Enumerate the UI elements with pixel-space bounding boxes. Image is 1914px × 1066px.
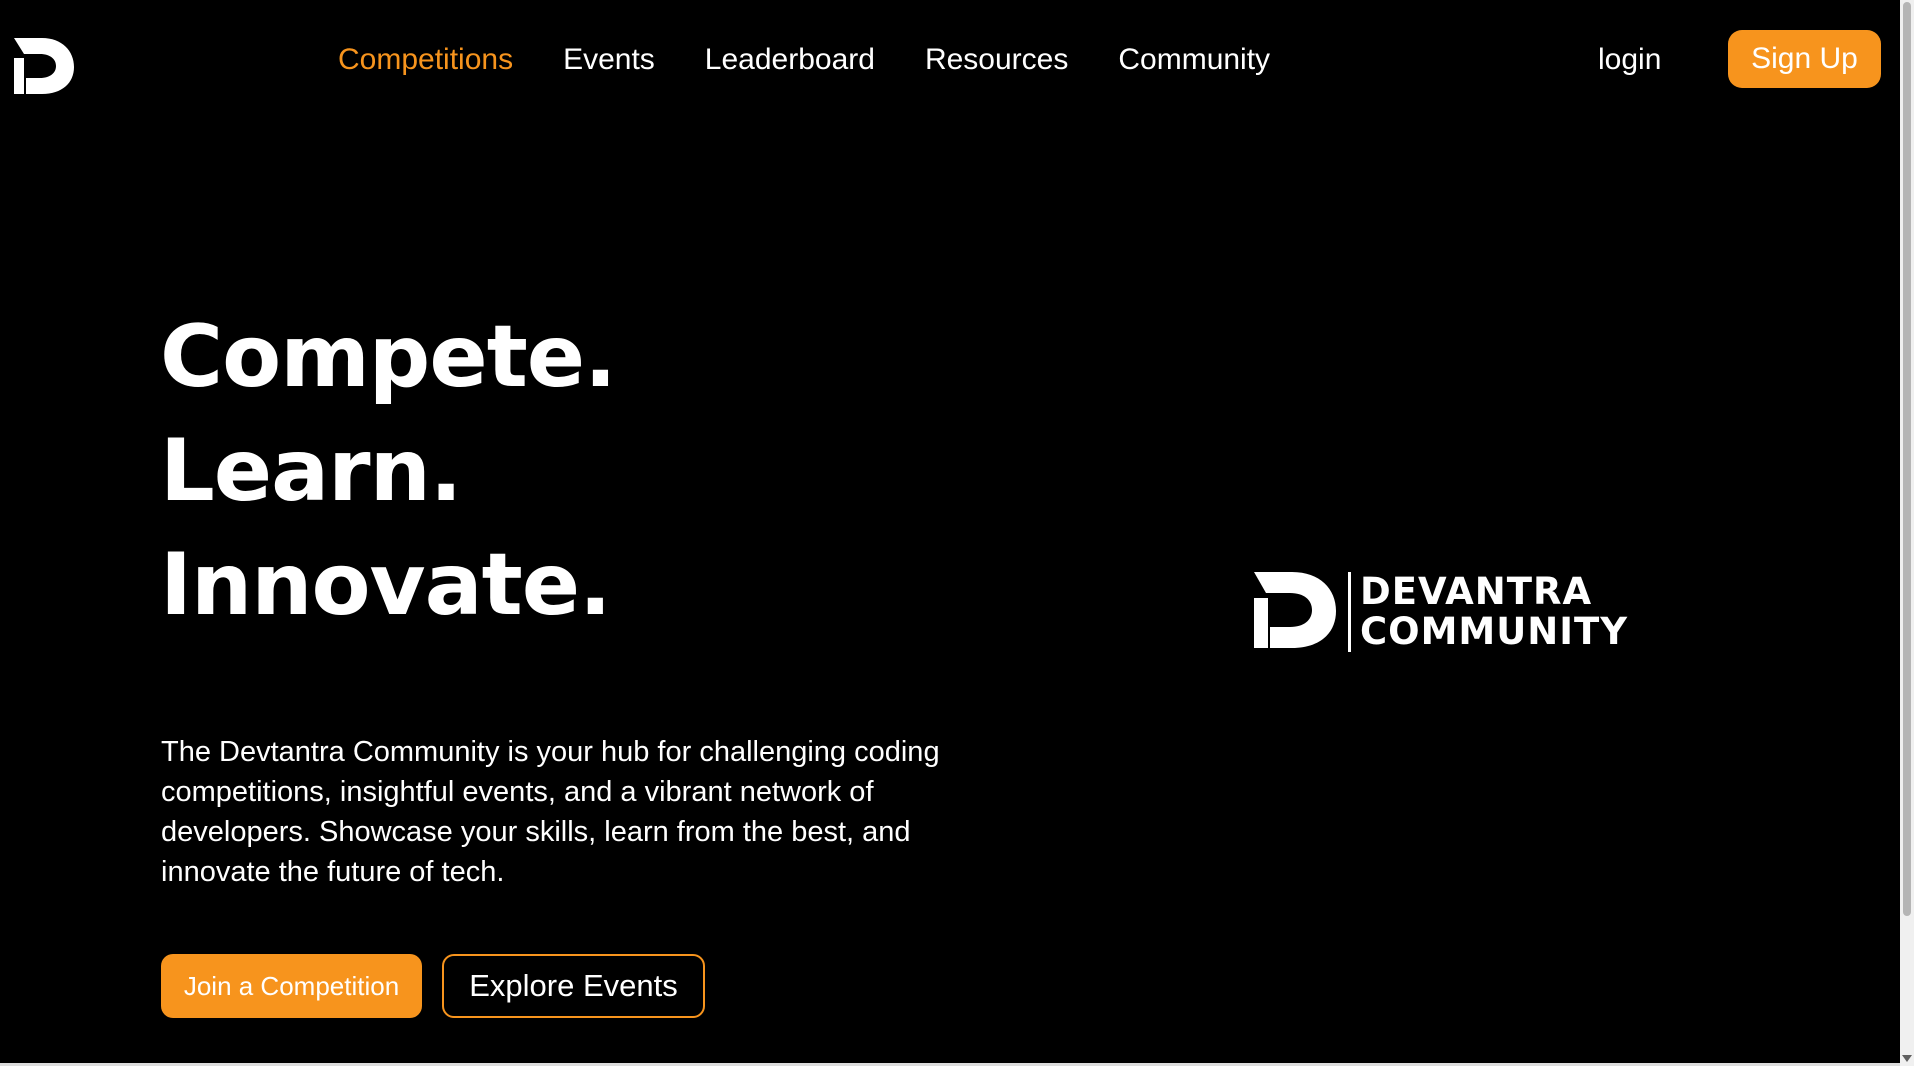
scrollbar-thumb[interactable] — [1903, 2, 1911, 916]
scroll-down-arrow-icon[interactable] — [1902, 1055, 1912, 1062]
nav-events[interactable]: Events — [563, 43, 655, 77]
brand-wordmark: DEVANTRA COMMUNITY — [1360, 572, 1628, 652]
main-nav: Competitions Events Leaderboard Resource… — [338, 38, 1320, 82]
hero-description: The Devtantra Community is your hub for … — [161, 736, 940, 888]
headline-line-innovate: Innovate. — [160, 535, 612, 635]
brand-lockup: DEVANTRA COMMUNITY — [1252, 566, 1632, 656]
brand-divider — [1348, 572, 1351, 652]
page: Competitions Events Leaderboard Resource… — [0, 0, 1914, 1066]
devantra-logo-icon[interactable] — [12, 36, 76, 96]
login-link[interactable]: login — [1598, 38, 1661, 82]
nav-community[interactable]: Community — [1118, 43, 1270, 77]
nav-competitions[interactable]: Competitions — [338, 43, 513, 77]
nav-resources[interactable]: Resources — [925, 43, 1068, 77]
brand-line-1: DEVANTRA — [1360, 570, 1593, 613]
headline-line-compete: Compete. — [160, 307, 617, 407]
brand-line-2: COMMUNITY — [1360, 610, 1629, 653]
vertical-scrollbar[interactable] — [1900, 0, 1914, 1066]
signup-button[interactable]: Sign Up — [1728, 30, 1881, 88]
explore-events-button[interactable]: Explore Events — [442, 954, 705, 1018]
join-competition-button[interactable]: Join a Competition — [161, 954, 422, 1018]
devantra-d-logo-icon — [1254, 572, 1336, 648]
nav-leaderboard[interactable]: Leaderboard — [705, 43, 875, 77]
hero-headline: Compete. Learn. Innovate. — [160, 300, 617, 642]
headline-line-learn: Learn. — [160, 421, 462, 521]
